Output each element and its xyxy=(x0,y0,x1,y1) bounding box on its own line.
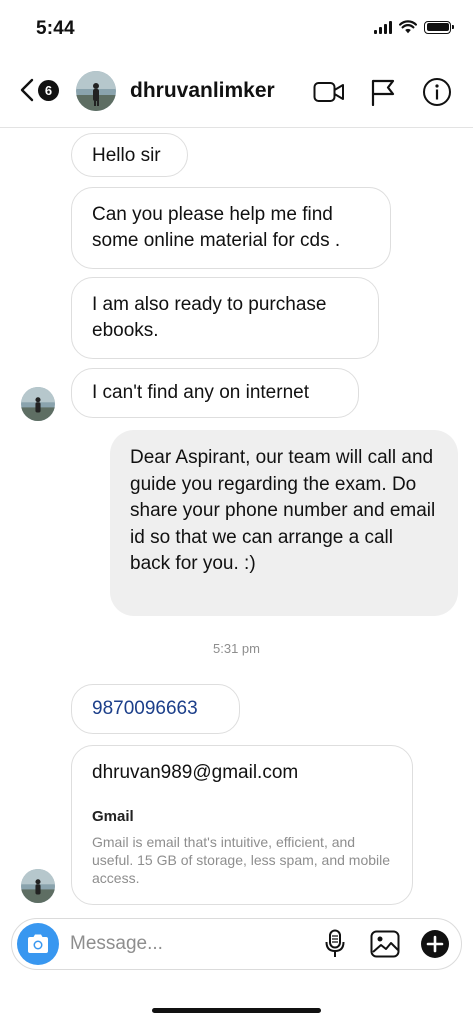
gallery-button[interactable] xyxy=(369,928,401,960)
video-call-button[interactable] xyxy=(313,76,345,108)
message-text: I am also ready to purchase ebooks. xyxy=(92,294,327,341)
message-composer xyxy=(11,918,462,970)
message-text: Can you please help me find some online … xyxy=(92,204,341,251)
flag-icon xyxy=(371,79,395,106)
message-bubble[interactable]: Can you please help me find some online … xyxy=(71,187,391,269)
microphone-icon xyxy=(325,929,345,957)
link-preview-title: Gmail xyxy=(92,808,134,825)
link-preview-message[interactable]: dhruvan989@gmail.com Gmail Gmail is emai… xyxy=(71,745,413,905)
camera-button[interactable] xyxy=(17,923,59,965)
message-bubble[interactable]: I can't find any on internet xyxy=(71,368,359,418)
profile-avatar[interactable] xyxy=(76,71,116,111)
message-text: Dear Aspirant, our team will call and gu… xyxy=(130,447,436,574)
status-time: 5:44 xyxy=(36,18,75,39)
sender-avatar[interactable] xyxy=(21,387,55,421)
phone-number-link[interactable]: 9870096663 xyxy=(92,698,198,719)
message-text: I can't find any on internet xyxy=(92,382,309,403)
composer-actions xyxy=(319,928,451,960)
gallery-icon xyxy=(370,930,400,958)
wifi-icon xyxy=(399,20,417,34)
message-text: Hello sir xyxy=(92,145,161,166)
message-bubble[interactable]: Hello sir xyxy=(71,133,188,177)
chat-header: 6 dhruvanlimker xyxy=(0,56,473,128)
message-bubble[interactable]: 9870096663 xyxy=(71,684,240,734)
message-thread[interactable]: Hello sir Can you please help me find so… xyxy=(0,128,473,908)
more-options-button[interactable] xyxy=(419,928,451,960)
status-icons xyxy=(374,20,454,34)
report-button[interactable] xyxy=(367,76,399,108)
back-chevron-icon xyxy=(20,78,34,102)
chat-username[interactable]: dhruvanlimker xyxy=(130,79,275,103)
info-button[interactable] xyxy=(421,76,453,108)
video-call-icon xyxy=(313,82,344,102)
outgoing-message-bubble[interactable]: Dear Aspirant, our team will call and gu… xyxy=(110,430,458,616)
plus-icon xyxy=(421,930,449,958)
status-bar: 5:44 xyxy=(0,0,473,56)
info-icon xyxy=(423,78,451,106)
unread-count-badge: 6 xyxy=(38,79,59,101)
email-link[interactable]: dhruvan989@gmail.com xyxy=(92,760,392,786)
message-input[interactable] xyxy=(70,931,300,957)
battery-icon xyxy=(424,20,454,34)
message-bubble[interactable]: I am also ready to purchase ebooks. xyxy=(71,277,379,359)
link-preview-description: Gmail is email that's intuitive, efficie… xyxy=(92,834,391,886)
back-button[interactable]: 6 xyxy=(20,78,59,102)
header-actions xyxy=(313,76,453,108)
home-indicator[interactable] xyxy=(152,1008,321,1013)
cellular-signal-icon xyxy=(374,20,392,34)
voice-message-button[interactable] xyxy=(319,928,351,960)
message-timestamp: 5:31 pm xyxy=(213,641,260,656)
camera-icon xyxy=(28,934,48,953)
sender-avatar[interactable] xyxy=(21,869,55,903)
